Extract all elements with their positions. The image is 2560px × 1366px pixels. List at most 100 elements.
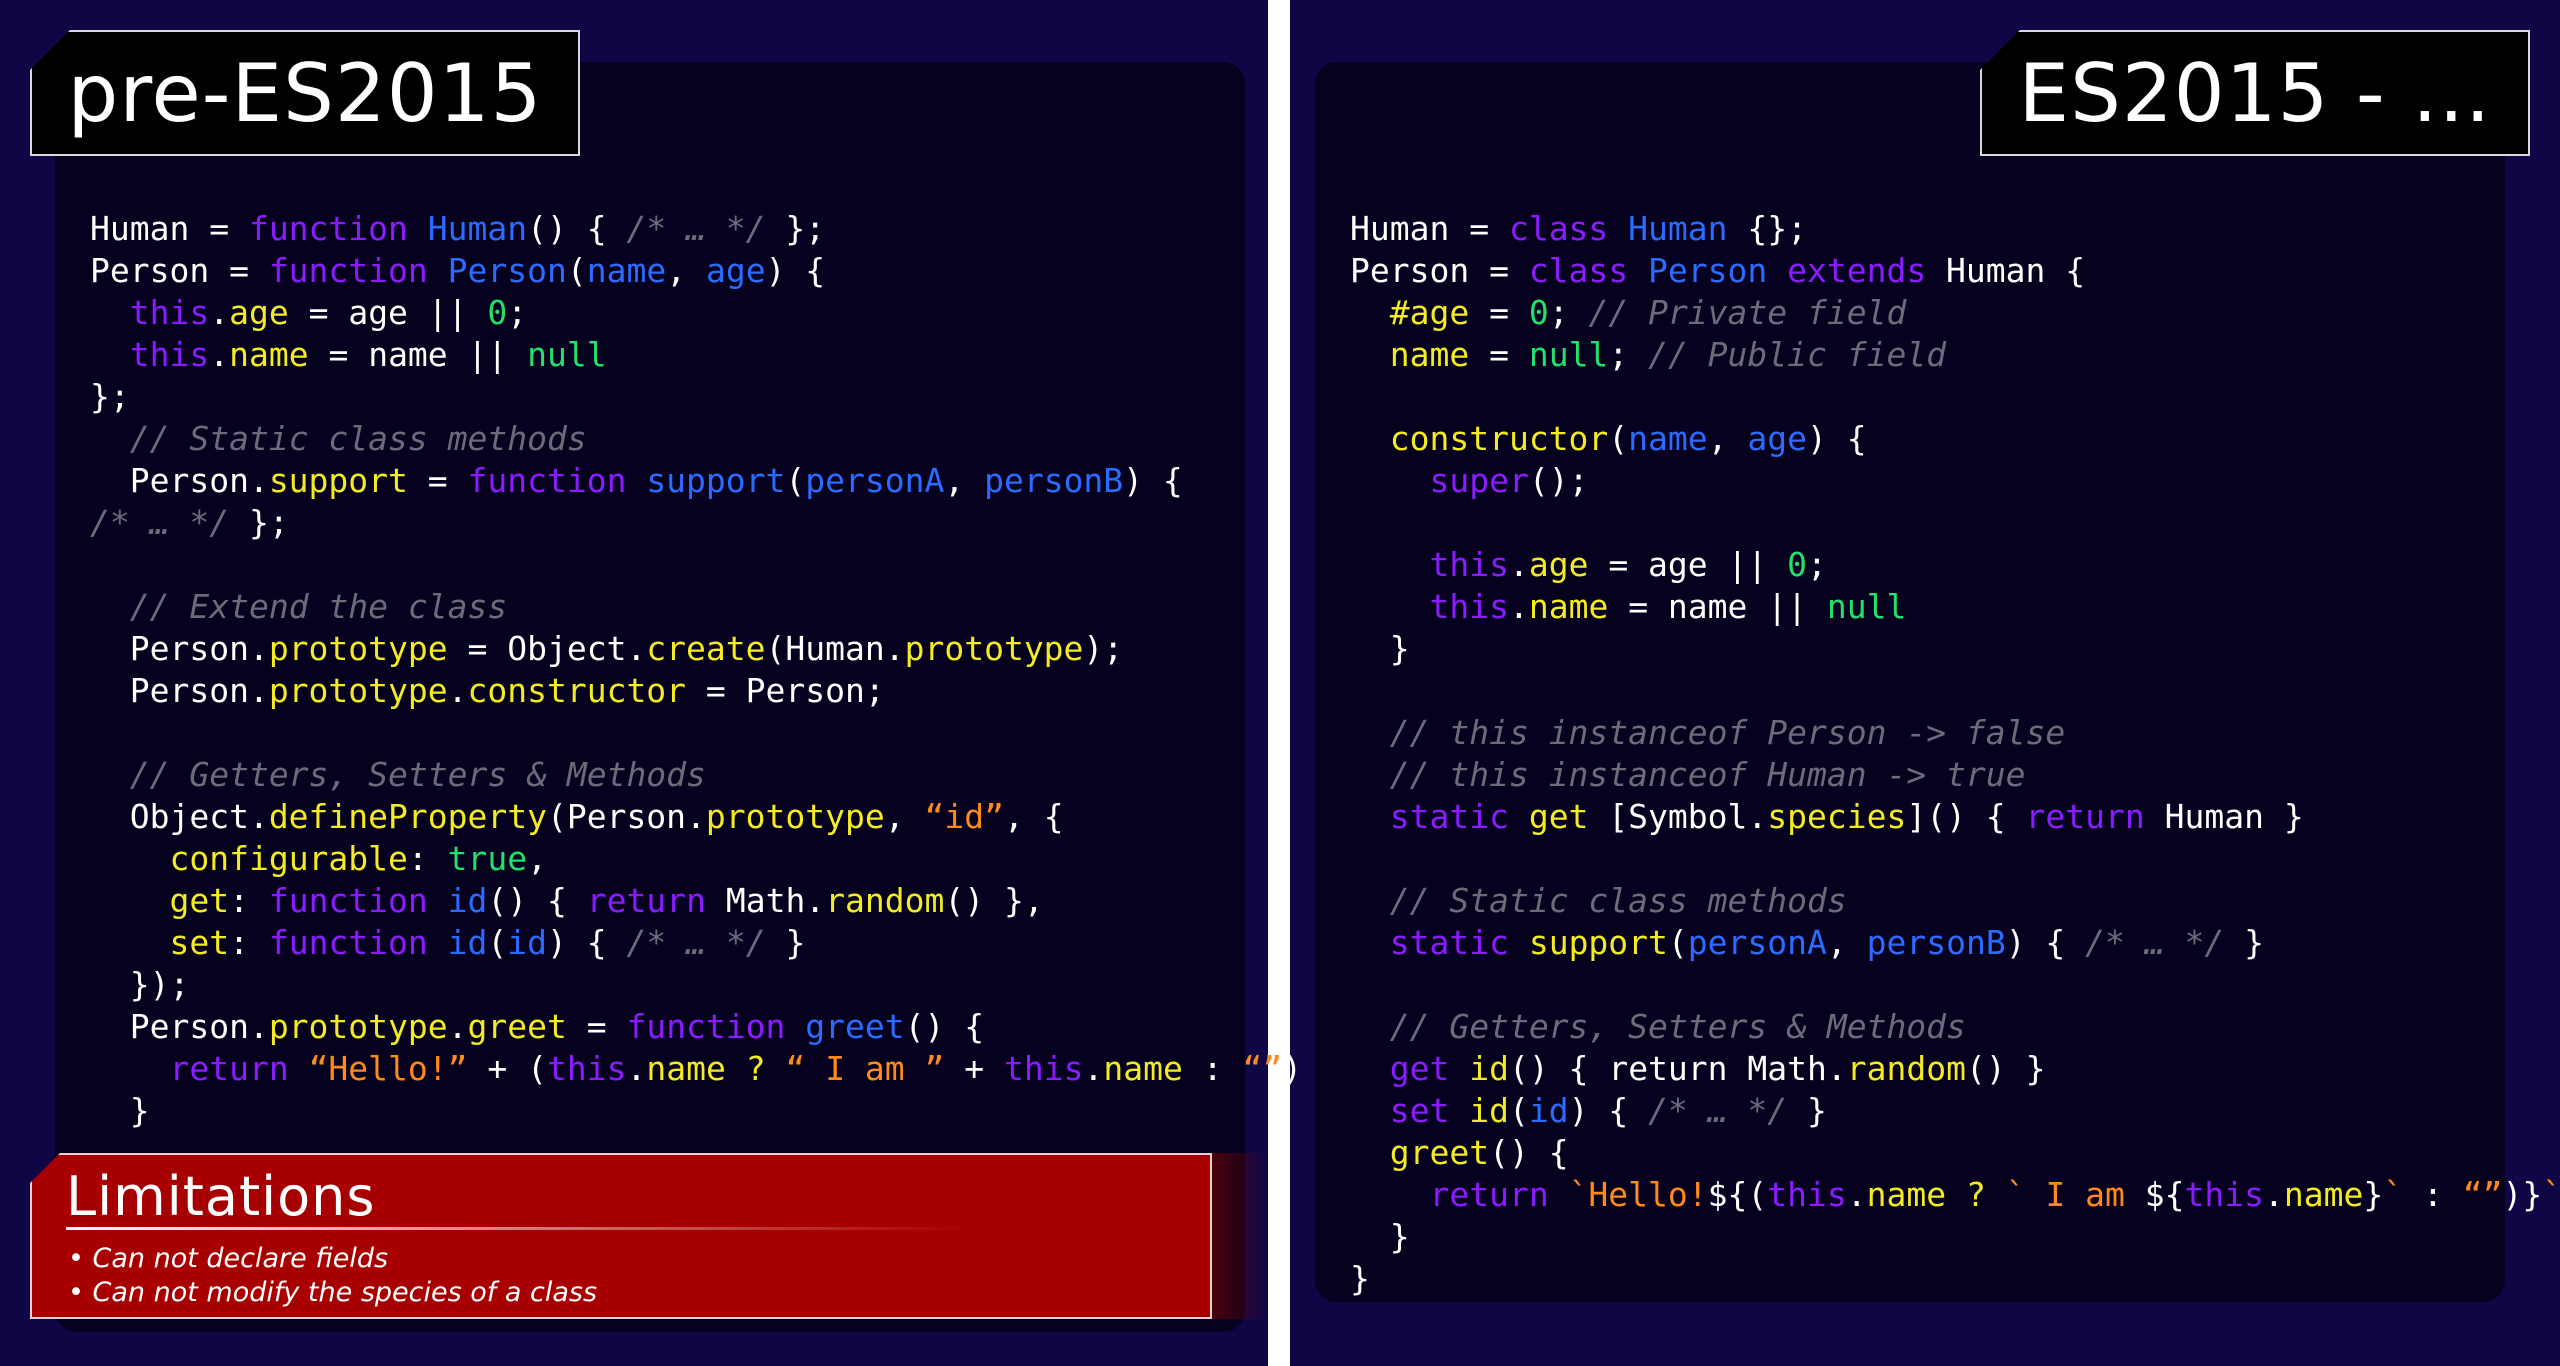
code-token-plain: : [229,881,269,920]
code-token-name: support [646,461,786,500]
code-token-plain: ; [1608,335,1649,374]
code-token-plain: Person. [90,629,269,668]
code-token-prop: get [1528,797,1589,836]
code-token-keyword: function [268,923,448,962]
code-token-prop: id [1469,1049,1509,1088]
code-token-keyword: super [1429,461,1529,500]
code-token-prop: defineProperty [268,797,547,836]
code-token-plain: Human = [1350,209,1509,248]
code-token-plain: ( [785,461,806,500]
code-line: name = null; // Public field [1350,334,2560,376]
code-token-plain: . [626,1049,647,1088]
code-token-plain: }; [229,503,289,542]
code-token-plain: , [944,461,985,500]
code-token-plain: () } [1965,1049,2046,1088]
limitations-title: Limitations [66,1165,376,1228]
code-token-string: ` I am [2005,1175,2145,1214]
code-token-prop: random [1846,1049,1966,1088]
code-token-name: Person [447,251,567,290]
code-token-keyword: get [1389,1049,1470,1088]
code-token-comment: /* … */ [626,209,766,248]
code-token-prop: set [169,923,230,962]
code-token-prop: constructor [467,671,687,710]
code-token-number: 0 [1528,293,1549,332]
code-token-plain: } [1350,629,1410,668]
code-token-plain: : [229,923,269,962]
code-token-string: “” [2462,1175,2503,1214]
code-token-prop: #age [1389,293,1470,332]
code-block-pre-es2015: Human = function Human() { /* … */ }; Per… [90,208,1302,1132]
code-line: }; [90,376,1302,418]
code-line: // this instanceof Person -> false [1350,712,2560,754]
code-token-prop: greet [467,1007,567,1046]
code-line: greet() { [1350,1132,2560,1174]
code-line: this.age = age || 0; [90,292,1302,334]
code-token-keyword: function [268,881,448,920]
code-token-keyword: function [268,251,448,290]
code-token-plain: () { [487,881,587,920]
code-token-plain: Human = [90,209,249,248]
code-token-comment: // Public field [1648,335,1947,374]
code-line: }); [90,964,1302,1006]
code-line: // Static class methods [1350,880,2560,922]
code-token-prop: name [646,1049,726,1088]
code-line: constructor(name, age) { [1350,418,2560,460]
code-token-prop: age [229,293,289,332]
code-token-name: Person [1648,251,1788,290]
code-token-prop: prototype [705,797,885,836]
code-token-keyword: function [626,1007,806,1046]
code-token-plain: = name || [308,335,528,374]
code-token-number: null [527,335,607,374]
code-token-plain: () { [1489,1133,1569,1172]
code-token-plain: ]() { [1906,797,2026,836]
code-token-plain: , { [1003,797,1064,836]
code-token-param: name [1628,419,1708,458]
code-line: Person.prototype.constructor = Person; [90,670,1302,712]
code-line: } [90,1090,1302,1132]
code-token-plain: . [2264,1175,2284,1214]
code-token-keyword: function [467,461,647,500]
code-token-plain: ${( [1707,1175,1768,1214]
code-token-plain: , [666,251,706,290]
code-token-prop: prototype [268,671,448,710]
code-token-comment: // Static class methods [1389,881,1847,920]
code-token-name: id [447,881,488,920]
code-token-keyword: static [1389,923,1529,962]
code-token-plain: : [1182,1049,1243,1088]
code-token-plain: = Person; [686,671,885,710]
code-token-plain: = name || [1608,587,1827,626]
code-token-prop: ? [725,1049,786,1088]
code-token-plain: ( [566,251,587,290]
code-token-number: null [1528,335,1609,374]
code-token-plain: : [407,839,448,878]
code-token-name: Human [427,209,528,248]
code-token-keyword: return [1429,1175,1569,1214]
code-token-plain: () { [904,1007,985,1046]
code-token-plain: + [944,1049,1005,1088]
code-token-keyword: this [1004,1049,1084,1088]
code-line: Human = function Human() { /* … */ }; [90,208,1302,250]
code-token-param: personA [1687,923,1827,962]
code-token-plain: ( [1608,419,1629,458]
code-token-plain: ( [487,923,508,962]
code-token-plain: } [1787,1091,1827,1130]
code-line: Person.support = function support(person… [90,460,1302,502]
code-token-plain: {}; [1727,209,1807,248]
code-token-string: “Hello!” [308,1049,468,1088]
code-token-prop: support [1528,923,1668,962]
code-line: static get [Symbol.species]() { return H… [1350,796,2560,838]
limitations-box: Limitations • Can not declare fields • C… [30,1153,1212,1319]
code-token-comment: // Getters, Setters & Methods [1389,1007,1966,1046]
code-token-prop: get [169,881,230,920]
